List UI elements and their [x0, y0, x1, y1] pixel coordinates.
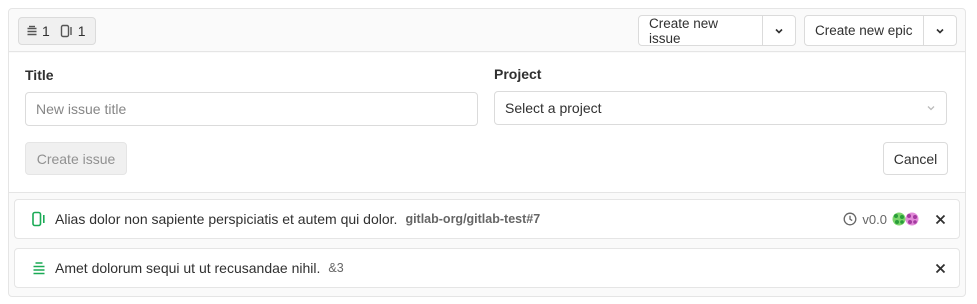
- remove-item-button[interactable]: [933, 212, 947, 226]
- create-issue-dropdown-toggle[interactable]: [763, 16, 795, 45]
- create-new-issue-button[interactable]: Create new issue: [639, 16, 764, 46]
- create-new-epic-button[interactable]: Create new epic: [805, 16, 925, 45]
- create-new-epic-split-button: Create new epic: [804, 15, 957, 46]
- milestone-title: v0.0: [862, 211, 887, 227]
- epic-icon: [26, 25, 38, 37]
- create-issue-form: Title New issue title Project Select a p…: [9, 53, 965, 193]
- epic-count: 1: [42, 23, 50, 39]
- chevron-down-icon: [936, 28, 944, 34]
- project-label: Project: [494, 66, 542, 82]
- chevron-down-icon: [775, 28, 783, 34]
- chevron-down-icon: [927, 106, 935, 111]
- panel-header: 1 1 Create new issue Create new epic: [9, 9, 965, 52]
- create-new-issue-split-button: Create new issue: [638, 15, 796, 46]
- related-items-panel: 1 1 Create new issue Create new epic Tit…: [8, 8, 966, 297]
- clock-icon: [843, 212, 857, 226]
- create-issue-button[interactable]: Create issue: [25, 142, 127, 175]
- epic-icon: [32, 260, 46, 276]
- related-item-epic[interactable]: Amet dolorum sequi ut ut recusandae nihi…: [14, 248, 960, 288]
- avatar: [892, 212, 906, 226]
- avatar: [905, 212, 919, 226]
- issue-open-icon: [32, 211, 46, 227]
- create-epic-dropdown-toggle[interactable]: [924, 16, 956, 45]
- issues-icon: [60, 24, 74, 38]
- project-select[interactable]: Select a project: [494, 91, 947, 125]
- milestone: v0.0: [843, 212, 919, 227]
- close-icon: [935, 214, 945, 224]
- remove-item-button[interactable]: [933, 261, 947, 275]
- title-label: Title: [25, 67, 54, 83]
- item-reference: &3: [328, 261, 344, 275]
- close-icon: [935, 263, 945, 273]
- project-select-value: Select a project: [505, 100, 602, 116]
- assignee-avatars: [892, 212, 919, 226]
- item-counts-badge: 1 1: [18, 17, 96, 45]
- cancel-button[interactable]: Cancel: [883, 142, 948, 175]
- item-title[interactable]: Amet dolorum sequi ut ut recusandae nihi…: [55, 260, 320, 276]
- related-item-issue[interactable]: Alias dolor non sapiente perspiciatis et…: [14, 199, 960, 239]
- item-title[interactable]: Alias dolor non sapiente perspiciatis et…: [55, 211, 397, 227]
- issue-title-input[interactable]: New issue title: [25, 92, 478, 126]
- item-reference: gitlab-org/gitlab-test#7: [405, 212, 541, 226]
- issue-count: 1: [77, 23, 86, 39]
